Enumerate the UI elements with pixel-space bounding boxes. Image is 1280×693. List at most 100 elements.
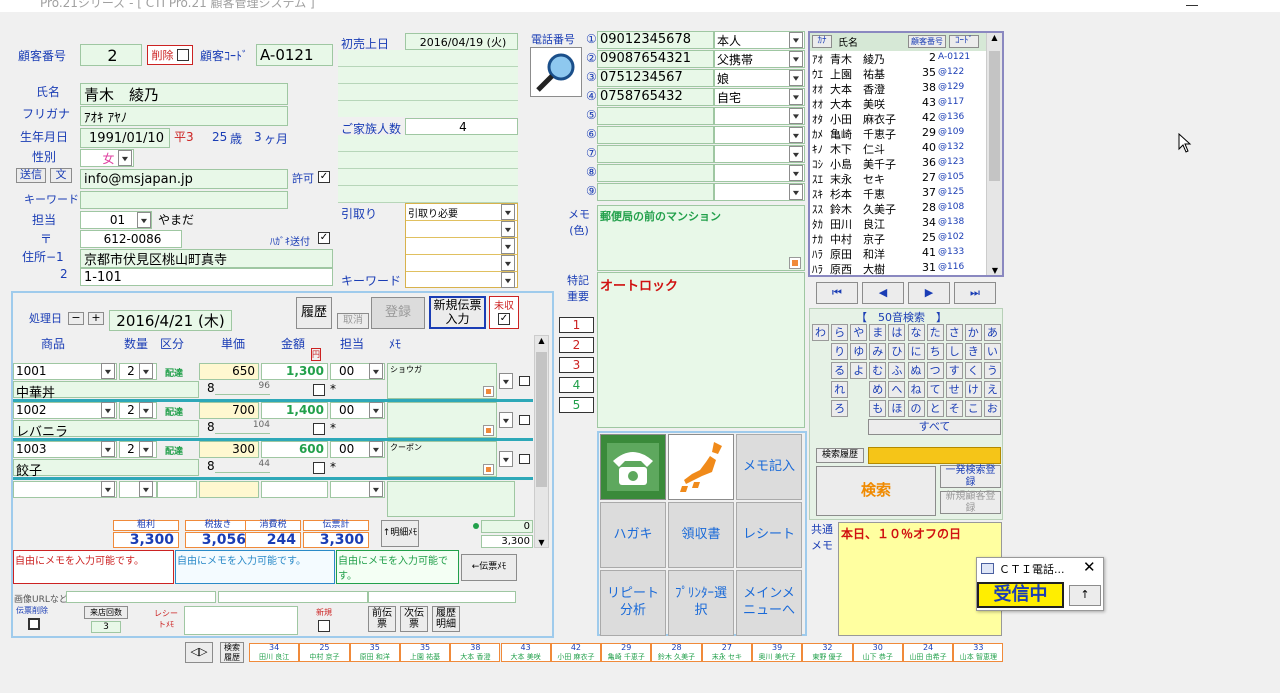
prev-record-button[interactable]: ◀	[862, 282, 904, 304]
visits-field[interactable]: 3	[91, 621, 121, 633]
gender-dropdown-icon[interactable]	[118, 150, 132, 166]
phone-number-4[interactable]: 0758765432	[597, 88, 714, 106]
date-minus-button[interactable]: −	[68, 311, 84, 325]
scroll-up-icon[interactable]: ▲	[987, 33, 1002, 42]
phone-number-7[interactable]	[597, 145, 714, 163]
kana-key[interactable]: よ	[850, 362, 868, 379]
printer-select-button[interactable]: ﾌﾟﾘﾝﾀｰ選択	[668, 570, 734, 636]
kana-key[interactable]: ろ	[831, 400, 849, 417]
sort-code-button[interactable]: ｺｰﾄﾞ	[949, 35, 979, 48]
phone-type-dropdown-icon-6[interactable]	[789, 127, 803, 143]
phone-type-dropdown-icon-5[interactable]	[789, 108, 803, 124]
image-url-field-2[interactable]	[218, 591, 368, 603]
slip-number-button-5[interactable]: 5	[559, 397, 594, 413]
new-customer-register-button[interactable]: 新規顧客登録	[940, 491, 1001, 514]
phone-call-button[interactable]	[600, 434, 666, 500]
scroll-down-icon[interactable]: ▼	[987, 266, 1003, 275]
receipt-print-button[interactable]: レシート	[736, 502, 802, 568]
cti-close-icon[interactable]: ✕	[1083, 558, 1096, 576]
phone-number-8[interactable]	[597, 164, 714, 182]
pickup-dropdown-icon-1[interactable]	[501, 204, 515, 220]
customer-list-row[interactable]: ｵｵ 大本 美咲 43 @117	[810, 96, 988, 111]
kana-key[interactable]: ら	[831, 324, 849, 341]
slip-staff-dropdown-icon[interactable]	[369, 402, 383, 418]
free-memo-2[interactable]: 自由にメモを入力可能です。	[175, 550, 335, 584]
address2-field[interactable]: 1-101	[80, 268, 333, 286]
slip-memo-dropdown-icon[interactable]	[499, 373, 513, 389]
search-history-button[interactable]: 検索履歴	[816, 448, 864, 463]
delete-button[interactable]: 削除	[147, 45, 193, 65]
kana-key[interactable]: は	[888, 324, 906, 341]
customer-list-row[interactable]: ｵｵ 大本 香澄 38 @129	[810, 81, 988, 96]
customer-list-row[interactable]: ﾅｶ 中村 京子 25 @102	[810, 231, 988, 246]
customer-list-row[interactable]: ｶﾒ 亀崎 千恵子 29 @109	[810, 126, 988, 141]
slip-line-empty-amount[interactable]	[261, 481, 328, 498]
history-bar-item[interactable]: 39 奥川 美代子	[752, 643, 803, 662]
free-memo-1[interactable]: 自由にメモを入力可能です。	[13, 550, 174, 584]
slip-amount[interactable]: 1,300	[261, 363, 328, 380]
slip-line-empty-memo[interactable]	[387, 481, 515, 517]
slip-price[interactable]: 650	[199, 363, 259, 380]
keyword-field[interactable]	[80, 191, 288, 209]
kana-key[interactable]: ち	[926, 343, 944, 360]
family-field[interactable]: 4	[405, 118, 518, 135]
history-bar-item[interactable]: 25 中村 京子	[299, 643, 350, 662]
send-button[interactable]: 送信	[16, 168, 46, 183]
minimize-icon[interactable]	[1186, 0, 1198, 6]
slip-scroll-up-icon[interactable]: ▲	[535, 336, 548, 345]
pickup-dropdown-icon-4[interactable]	[501, 255, 515, 271]
kana-key[interactable]: た	[926, 324, 944, 341]
history-bar-item[interactable]: 33 山本 智恵理	[953, 643, 1004, 662]
kana-key[interactable]: あ	[983, 324, 1001, 341]
kana-key[interactable]: ひ	[888, 343, 906, 360]
slip-line-select-icon[interactable]	[519, 415, 530, 425]
history-bar-item[interactable]: 28 鈴木 久美子	[651, 643, 702, 662]
kana-key[interactable]: す	[945, 362, 963, 379]
kana-key[interactable]: も	[869, 400, 887, 417]
slip-item-dropdown-icon[interactable]	[101, 363, 115, 379]
slip-qty-dropdown-icon[interactable]	[139, 402, 153, 418]
slip-line-empty-qty-dropdown[interactable]	[139, 481, 153, 497]
scroll-thumb[interactable]	[989, 51, 1000, 181]
slip-number-button-4[interactable]: 4	[559, 377, 594, 393]
kana-key[interactable]: し	[945, 343, 963, 360]
sort-no-button[interactable]: 顧客番号	[908, 35, 946, 48]
history-bar-button[interactable]: 検索履歴	[220, 642, 244, 663]
postcard-checkbox[interactable]: ✓	[318, 232, 330, 244]
new-checkbox[interactable]	[318, 620, 330, 632]
slip-line-empty-dropdown[interactable]	[101, 481, 115, 497]
kana-key[interactable]: に	[907, 343, 925, 360]
detail-memo-button[interactable]: ↑明細ﾒﾓ	[381, 520, 419, 547]
slip-item-name[interactable]: 餃子	[13, 459, 199, 479]
pickup-dropdown-icon-3[interactable]	[501, 238, 515, 254]
phone-type-dropdown-icon-1[interactable]	[789, 32, 803, 48]
slip-memo-dropdown-icon[interactable]	[499, 412, 513, 428]
slip-line-checkbox[interactable]	[313, 462, 325, 474]
memo-entry-button[interactable]: メモ記入	[736, 434, 802, 500]
phone-type-dropdown-icon-4[interactable]	[789, 89, 803, 105]
slip-number-button-1[interactable]: 1	[559, 317, 594, 333]
slip-scrollbar[interactable]: ▲ ▼	[534, 335, 549, 548]
history-bar-item[interactable]: 27 末永 セキ	[701, 643, 752, 662]
kana-key[interactable]: つ	[926, 362, 944, 379]
kana-key[interactable]: ほ	[888, 400, 906, 417]
customer-list-row[interactable]: ｺｼ 小島 美千子 36 @123	[810, 156, 988, 171]
pickup-dropdown-icon-5[interactable]	[501, 272, 515, 288]
history-bar-item[interactable]: 42 小田 麻衣子	[550, 643, 602, 662]
customer-code-field[interactable]: A-0121	[256, 44, 333, 66]
kana-key[interactable]: へ	[888, 381, 906, 398]
kana-key[interactable]: れ	[831, 381, 849, 398]
image-url-field-1[interactable]	[66, 591, 216, 603]
kana-key[interactable]: て	[926, 381, 944, 398]
kana-key[interactable]: や	[850, 324, 868, 341]
kana-key[interactable]: い	[983, 343, 1001, 360]
kana-key[interactable]: お	[983, 400, 1001, 417]
slip-amount[interactable]: 600	[261, 441, 328, 458]
kana-key[interactable]: ふ	[888, 362, 906, 379]
slip-qty-dropdown-icon[interactable]	[139, 441, 153, 457]
history-bar-item[interactable]: 29 亀崎 千恵子	[601, 643, 652, 662]
history-detail-button[interactable]: 履歴明細	[432, 606, 460, 632]
kana-key[interactable]: と	[926, 400, 944, 417]
last-record-button[interactable]: ⏭	[954, 282, 996, 304]
slip-delete-checkbox[interactable]	[28, 618, 40, 630]
